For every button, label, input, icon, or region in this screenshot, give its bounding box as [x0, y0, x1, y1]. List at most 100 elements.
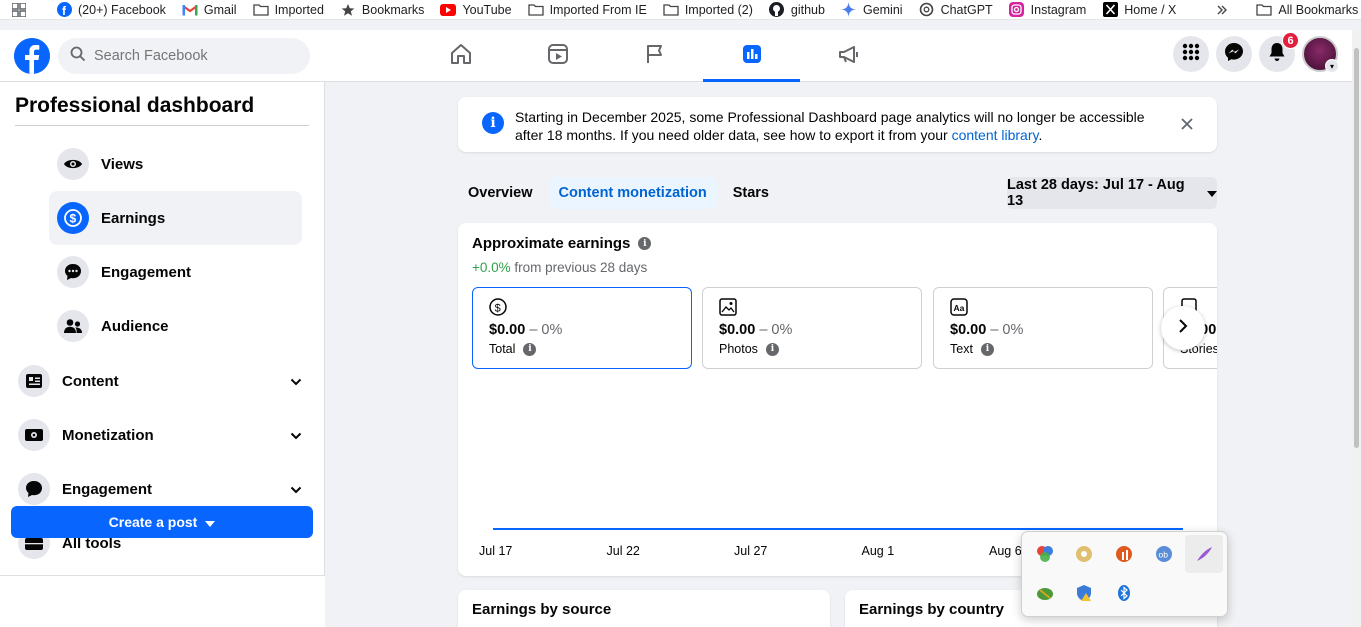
tab-stars[interactable]: Stars — [723, 177, 779, 209]
chatgpt-icon — [919, 2, 935, 18]
caret-down-icon — [205, 514, 216, 530]
disk-icon[interactable] — [1071, 541, 1097, 567]
metric-value: $0.00 – 0% — [719, 322, 905, 338]
info-icon[interactable]: i — [638, 237, 652, 250]
bookmark-label: (20+) Facebook — [78, 2, 166, 17]
grid-menu-icon — [1182, 43, 1200, 66]
nav-dashboard[interactable] — [703, 30, 800, 82]
sidebar-item-earnings[interactable]: $ Earnings — [49, 191, 302, 245]
bookmark-facebook[interactable]: f (20+) Facebook — [48, 0, 174, 20]
facebook-logo[interactable] — [14, 38, 50, 74]
bookmark-home-x[interactable]: Home / X — [1094, 0, 1184, 20]
bookmark-label: github — [790, 2, 825, 17]
bookmark-chatgpt[interactable]: ChatGPT — [911, 0, 1001, 20]
facebook-header: 6 ▾ — [0, 30, 1352, 82]
security-warning-icon[interactable] — [1071, 580, 1097, 606]
page-scrollbar[interactable] — [1352, 30, 1361, 627]
ob-app-icon[interactable]: ob — [1151, 541, 1177, 567]
flag-icon — [643, 42, 667, 71]
avatar[interactable]: ▾ — [1302, 36, 1339, 73]
nav-ads[interactable] — [800, 30, 897, 82]
close-icon[interactable] — [1177, 114, 1197, 134]
svg-text:$: $ — [495, 303, 501, 315]
pen-app-icon[interactable] — [1185, 535, 1223, 573]
menu-button[interactable] — [1173, 36, 1209, 72]
sidebar-item-label: Content — [62, 372, 119, 390]
text-icon: Aa — [950, 298, 968, 316]
content-library-link[interactable]: content library — [952, 127, 1039, 143]
sidebar-item-monetization[interactable]: Monetization — [18, 415, 308, 455]
sidebar-item-engagement[interactable]: Engagement — [49, 245, 302, 299]
page-title: Professional dashboard — [15, 94, 255, 117]
instagram-icon — [1009, 2, 1025, 18]
bookmark-gmail[interactable]: Gmail — [174, 0, 245, 20]
nav-home[interactable] — [412, 30, 509, 82]
youtube-icon — [440, 2, 457, 18]
create-post-button[interactable]: Create a post — [11, 506, 313, 538]
bookmark-imported-2[interactable]: Imported (2) — [655, 0, 761, 20]
facebook-icon: f — [56, 2, 72, 18]
metric-total[interactable]: $ $0.00 – 0% Total i — [472, 287, 692, 369]
earnings-change: +0.0% from previous 28 days — [472, 260, 647, 275]
dashboard-tabs: Overview Content monetization Stars — [458, 177, 779, 209]
gmail-icon — [182, 2, 198, 18]
bookmark-github[interactable]: github — [761, 0, 833, 20]
notifications-button[interactable]: 6 — [1259, 32, 1299, 72]
date-range-label: Last 28 days: Jul 17 - Aug 13 — [1007, 177, 1185, 209]
tab-content-monetization[interactable]: Content monetization — [548, 177, 717, 209]
color-picker-icon[interactable] — [1032, 541, 1058, 567]
messenger-button[interactable] — [1216, 36, 1252, 72]
scrollbar-thumb[interactable] — [1354, 48, 1359, 448]
sidebar-item-engagement-section[interactable]: Engagement — [18, 469, 308, 509]
nav-pages[interactable] — [606, 30, 703, 82]
all-bookmarks[interactable]: All Bookmarks — [1248, 0, 1361, 20]
dollar-icon: $ — [57, 202, 89, 234]
sidebar-footer — [0, 575, 325, 627]
search-input[interactable] — [94, 48, 294, 64]
bookmark-bookmarks[interactable]: Bookmarks — [332, 0, 433, 20]
info-icon[interactable]: i — [523, 342, 537, 356]
dollar-circle-icon: $ — [489, 298, 507, 316]
metric-text[interactable]: Aa $0.00 – 0% Text i — [933, 287, 1153, 369]
date-range-selector[interactable]: Last 28 days: Jul 17 - Aug 13 — [1007, 177, 1217, 209]
apps-grid-icon[interactable] — [0, 0, 36, 20]
metric-value: $0.00 – 0% — [950, 322, 1136, 338]
sidebar-item-label: Audience — [101, 317, 169, 335]
bookmark-youtube[interactable]: YouTube — [432, 0, 519, 20]
bookmark-label: ChatGPT — [940, 2, 993, 17]
x-icon — [1102, 2, 1118, 18]
metric-change: – 0% — [759, 322, 793, 338]
bookmark-gemini[interactable]: Gemini — [833, 0, 911, 20]
info-icon[interactable]: i — [765, 342, 779, 356]
sidebar-item-content[interactable]: Content — [18, 361, 308, 401]
network-globe-icon[interactable] — [1032, 580, 1058, 606]
metric-change: – 0% — [990, 322, 1024, 338]
svg-text:ob: ob — [1159, 550, 1169, 560]
bookmark-imported-from-ie[interactable]: Imported From IE — [520, 0, 655, 20]
metric-label: Total i — [489, 342, 675, 356]
search-icon — [70, 46, 86, 66]
bookmark-instagram[interactable]: Instagram — [1001, 0, 1095, 20]
metric-photos[interactable]: $0.00 – 0% Photos i — [702, 287, 922, 369]
bookmark-label: YouTube — [462, 2, 512, 17]
github-icon — [769, 2, 785, 18]
sidebar-item-audience[interactable]: Audience — [49, 299, 302, 353]
audio-meter-icon[interactable] — [1111, 541, 1137, 567]
bookmark-imported[interactable]: Imported — [245, 0, 332, 20]
bookmarks-bar: f (20+) Facebook Gmail Imported Bookmark… — [0, 0, 1361, 20]
chat-bubble-icon — [57, 256, 89, 288]
next-metric-button[interactable] — [1161, 306, 1205, 350]
bluetooth-icon[interactable] — [1111, 580, 1137, 606]
nav-reels[interactable] — [509, 30, 606, 82]
divider — [15, 125, 309, 126]
create-post-label: Create a post — [108, 514, 198, 530]
more-bookmarks-icon[interactable] — [1208, 0, 1236, 20]
photo-icon — [719, 298, 737, 316]
info-icon[interactable]: i — [980, 342, 994, 356]
all-bookmarks-label: All Bookmarks — [1278, 2, 1359, 17]
tab-overview[interactable]: Overview — [458, 177, 543, 209]
header-actions: 6 ▾ — [1173, 32, 1339, 73]
sidebar-item-views[interactable]: Views — [49, 137, 302, 191]
card-title: Approximate earnings i — [472, 235, 652, 252]
search-bar[interactable] — [58, 38, 310, 74]
